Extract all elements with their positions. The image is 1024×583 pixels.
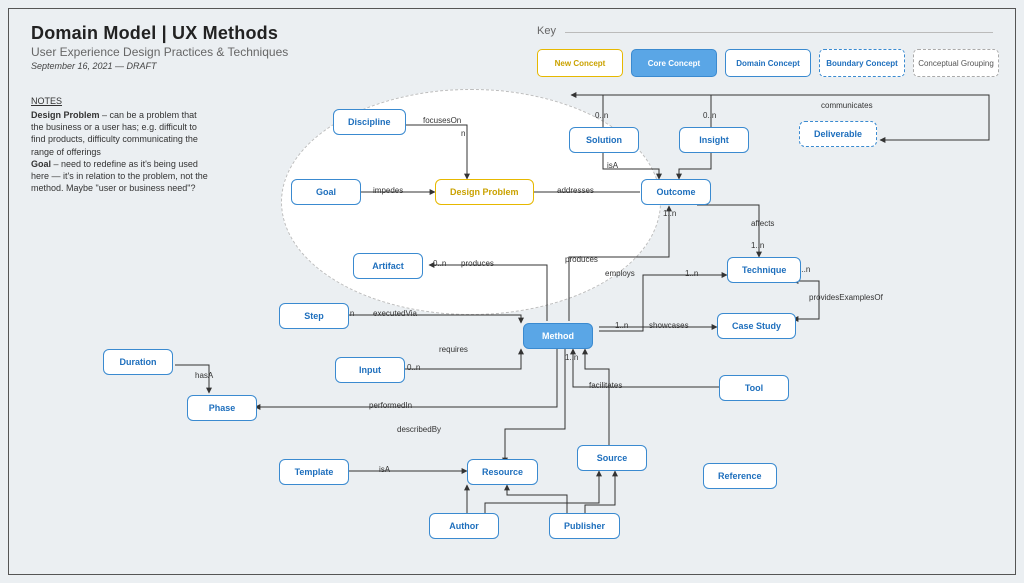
edge-label-executedVia: executedVia <box>373 309 417 318</box>
edge-label-showcases: showcases <box>649 321 689 330</box>
edge-label-employs: employs <box>605 269 635 278</box>
node-deliverable[interactable]: Deliverable <box>799 121 877 147</box>
edge-label-requires: requires <box>439 345 468 354</box>
node-input[interactable]: Input <box>335 357 405 383</box>
node-phase[interactable]: Phase <box>187 395 257 421</box>
edge-label-addresses: addresses <box>557 186 594 195</box>
node-outcome[interactable]: Outcome <box>641 179 711 205</box>
page-dateline: September 16, 2021 — DRAFT <box>31 61 157 71</box>
page-subtitle: User Experience Design Practices & Techn… <box>31 45 288 59</box>
edge-label-affects: affects <box>751 219 774 228</box>
edge-label-impedes: impedes <box>373 186 403 195</box>
node-tool[interactable]: Tool <box>719 375 789 401</box>
edge-card-1n-7: 1..n <box>751 241 764 250</box>
key-row: New Concept Core Concept Domain Concept … <box>537 49 999 77</box>
key-label: Key <box>537 25 556 37</box>
notes-body: Design Problem – can be a problem that t… <box>31 110 208 193</box>
edge-label-describedBy: describedBy <box>397 425 441 434</box>
node-resource[interactable]: Resource <box>467 459 538 485</box>
node-goal[interactable]: Goal <box>291 179 361 205</box>
node-artifact[interactable]: Artifact <box>353 253 423 279</box>
edge-label-hasA: hasA <box>195 371 213 380</box>
notes-block: NOTES Design Problem – can be a problem … <box>31 95 211 194</box>
edge-card-1n-8: 1..n <box>663 209 676 218</box>
edge-label-facilitates: facilitates <box>589 381 622 390</box>
node-discipline[interactable]: Discipline <box>333 109 406 135</box>
edge-card-n-1: n <box>461 129 465 138</box>
key-swatch-boundary: Boundary Concept <box>819 49 905 77</box>
node-case-study[interactable]: Case Study <box>717 313 796 339</box>
edge-card-1n-2: 1..n <box>685 269 698 278</box>
node-author[interactable]: Author <box>429 513 499 539</box>
page-title: Domain Model | UX Methods <box>31 23 278 44</box>
key-swatch-core: Core Concept <box>631 49 717 77</box>
edge-card-1n-4: 1..n <box>615 321 628 330</box>
key-swatch-group: Conceptual Grouping <box>913 49 999 77</box>
node-design-problem[interactable]: Design Problem <box>435 179 534 205</box>
edge-label-providesExamplesOf: providesExamplesOf <box>809 293 883 302</box>
key-rule <box>565 32 993 33</box>
edge-label-isA-2: isA <box>379 465 390 474</box>
node-reference[interactable]: Reference <box>703 463 777 489</box>
edge-label-communicates: communicates <box>821 101 873 110</box>
edge-label-focusesOn: focusesOn <box>423 116 461 125</box>
node-technique[interactable]: Technique <box>727 257 801 283</box>
node-publisher[interactable]: Publisher <box>549 513 620 539</box>
node-method[interactable]: Method <box>523 323 593 349</box>
edge-label-produces-2: produces <box>461 259 494 268</box>
key-swatch-new: New Concept <box>537 49 623 77</box>
node-solution[interactable]: Solution <box>569 127 639 153</box>
key-swatch-domain: Domain Concept <box>725 49 811 77</box>
edge-label-performedIn: performedIn <box>369 401 412 410</box>
node-template[interactable]: Template <box>279 459 349 485</box>
edge-label-isA-1: isA <box>607 161 618 170</box>
node-insight[interactable]: Insight <box>679 127 749 153</box>
node-step[interactable]: Step <box>279 303 349 329</box>
notes-heading: NOTES <box>31 95 211 107</box>
edge-card-0n-2: 0..n <box>703 111 716 120</box>
edge-card-0n-3: 0..n <box>433 259 446 268</box>
edge-card-0n-4: 0..n <box>407 363 420 372</box>
canvas-frame: Domain Model | UX Methods User Experienc… <box>8 8 1016 575</box>
node-source[interactable]: Source <box>577 445 647 471</box>
edge-label-produces-1: produces <box>565 255 598 264</box>
edge-card-0n-1: 0..n <box>595 111 608 120</box>
edge-card-1n-6: 1..n <box>565 353 578 362</box>
node-duration[interactable]: Duration <box>103 349 173 375</box>
